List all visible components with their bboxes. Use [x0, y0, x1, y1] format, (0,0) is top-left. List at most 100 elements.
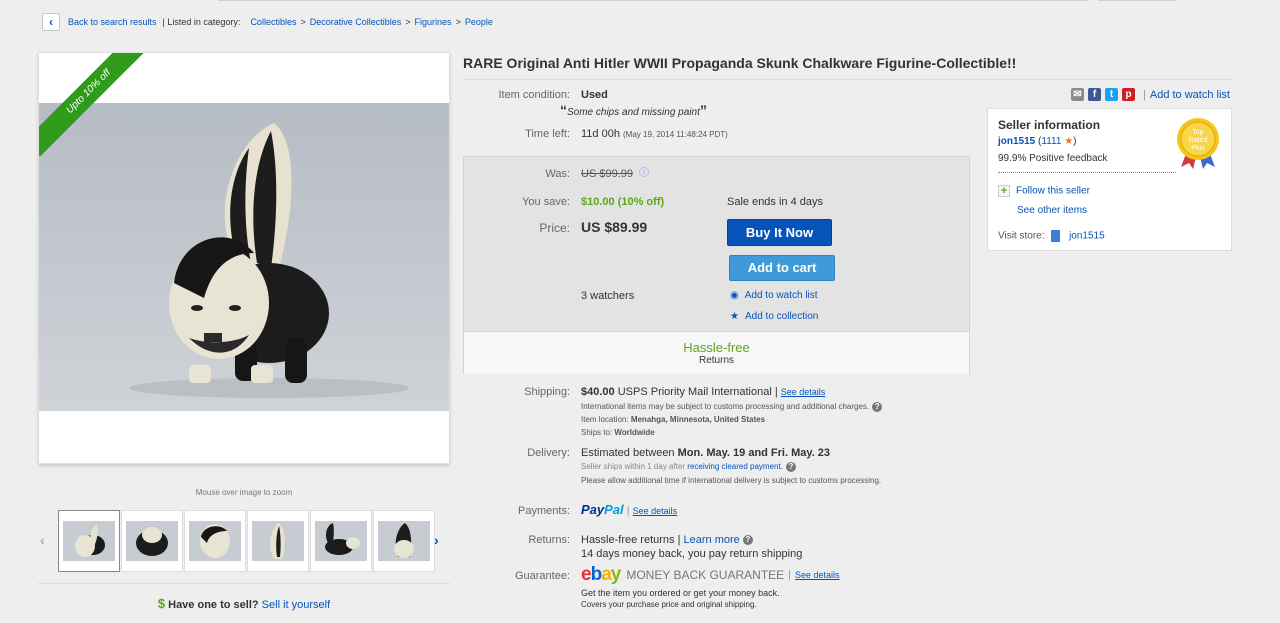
- thumbnail-image: [325, 523, 360, 555]
- positive-feedback: 99.9% Positive feedback: [998, 153, 1108, 164]
- hassle-free-sub: Returns: [698, 355, 734, 366]
- info-icon[interactable]: i: [639, 167, 649, 177]
- pinterest-icon[interactable]: p: [1122, 88, 1135, 101]
- add-to-collection-button[interactable]: Add to collection: [745, 311, 818, 322]
- cleared-payment-link[interactable]: receiving cleared payment.: [687, 462, 783, 471]
- guarantee-row: ebay MONEY BACK GUARANTEE | See details: [581, 564, 840, 585]
- breadcrumb-item[interactable]: People: [465, 17, 493, 27]
- help-icon[interactable]: ?: [785, 462, 796, 472]
- help-icon[interactable]: ?: [872, 402, 883, 412]
- shipping-see-details-link[interactable]: See details: [781, 387, 826, 397]
- handling-time: Seller ships within 1 day after receivin…: [581, 462, 796, 472]
- share-divider: |: [1143, 88, 1146, 101]
- see-other-items-link[interactable]: See other items: [1017, 205, 1087, 216]
- breadcrumb-sep: >: [405, 17, 411, 27]
- star-icon: ★: [1064, 136, 1074, 147]
- plus-icon: +: [998, 185, 1010, 197]
- guarantee-title: MONEY BACK GUARANTEE: [626, 568, 785, 582]
- thumbnail[interactable]: [121, 510, 183, 572]
- eye-icon: ◉: [730, 290, 739, 301]
- delivery-note: Please allow additional time if internat…: [581, 476, 882, 485]
- add-to-watch-list-link[interactable]: Add to watch list: [1150, 89, 1230, 101]
- guarantee-label: Guarantee:: [514, 570, 570, 582]
- add-to-cart-button[interactable]: Add to cart: [729, 255, 835, 281]
- back-to-results-link[interactable]: Back to search results: [68, 17, 157, 27]
- shipping-line: $40.00 USPS Priority Mail International …: [581, 386, 826, 398]
- thumbnail[interactable]: [247, 510, 309, 572]
- help-icon[interactable]: ?: [742, 535, 753, 546]
- add-collection-row[interactable]: ★ Add to collection: [730, 311, 818, 322]
- you-save-label: You save:: [522, 196, 570, 208]
- see-other-items-row: See other items: [1017, 205, 1087, 216]
- main-image-panel[interactable]: Upto 10% off: [38, 52, 450, 464]
- condition-value: Used: [581, 89, 608, 101]
- feedback-score-link[interactable]: 1111: [1041, 136, 1061, 147]
- share-row: ✉ f t p | Add to watch list: [1071, 88, 1230, 101]
- guarantee-line1: Get the item you ordered or get your mon…: [581, 588, 780, 598]
- item-photo[interactable]: [39, 103, 449, 411]
- thumbnail-image: [394, 523, 414, 558]
- delivery-estimate: Estimated between Mon. May. 19 and Fri. …: [581, 447, 831, 459]
- visit-store-label: Visit store:: [998, 230, 1045, 242]
- thumbnail-image: [136, 527, 168, 556]
- delivery-label: Delivery:: [527, 447, 570, 459]
- zoom-note: Mouse over image to zoom: [195, 488, 293, 497]
- item-title: RARE Original Anti Hitler WWII Propagand…: [463, 55, 1017, 71]
- svg-text:Plus: Plus: [1191, 145, 1205, 152]
- thumbnail[interactable]: [184, 510, 246, 572]
- payments-row: PayPal | See details: [581, 502, 678, 517]
- thumbnail-image: [75, 524, 105, 557]
- top-strip: [0, 0, 1280, 6]
- hassle-free-banner: Hassle-free Returns: [464, 331, 969, 374]
- breadcrumb-item[interactable]: Figurines: [415, 17, 452, 27]
- guarantee-see-details-link[interactable]: See details: [795, 570, 840, 580]
- chevron-right-icon[interactable]: ›: [434, 532, 439, 548]
- hassle-free-title: Hassle-free: [683, 340, 750, 355]
- returns-policy: Hassle-free returns | Learn more?: [581, 534, 753, 546]
- chevron-left-icon[interactable]: ‹: [40, 532, 45, 548]
- breadcrumb-item[interactable]: Collectibles: [250, 17, 296, 27]
- learn-more-link[interactable]: Learn more: [684, 534, 740, 546]
- add-watch-row[interactable]: ◉ Add to watch list: [730, 290, 818, 301]
- payments-see-details-link[interactable]: See details: [633, 506, 678, 516]
- thumbnail-image: [270, 523, 285, 559]
- follow-row[interactable]: + Follow this seller: [998, 185, 1090, 197]
- twitter-icon[interactable]: t: [1105, 88, 1118, 101]
- back-button[interactable]: ‹: [42, 13, 60, 31]
- follow-seller-link[interactable]: Follow this seller: [1016, 186, 1090, 197]
- title-divider: [463, 79, 1233, 80]
- item-location: Item location: Menahga, Minnesota, Unite…: [581, 415, 766, 424]
- time-left: 11d 00h (May 19, 2014 11:48:24 PDT): [581, 128, 728, 140]
- visit-store-row: Visit store: jon1515: [998, 230, 1105, 242]
- email-icon[interactable]: ✉: [1071, 88, 1084, 101]
- returns-label: Returns:: [528, 534, 570, 546]
- thumbnail[interactable]: [310, 510, 372, 572]
- thumbnail[interactable]: [373, 510, 435, 572]
- condition-note: “Some chips and missing paint”: [560, 102, 707, 118]
- chevron-left-icon: ‹: [49, 15, 53, 29]
- time-left-label: Time left:: [525, 128, 570, 140]
- breadcrumb-item[interactable]: Decorative Collectibles: [310, 17, 402, 27]
- svg-text:Top: Top: [1192, 129, 1203, 136]
- star-icon: ★: [730, 311, 739, 322]
- dollar-icon: $: [157, 596, 166, 611]
- facebook-icon[interactable]: f: [1088, 88, 1101, 101]
- thumbnail[interactable]: [58, 510, 120, 572]
- condition-label: Item condition:: [498, 89, 570, 101]
- price-value: US $89.99: [581, 219, 648, 235]
- customs-note: International items may be subject to cu…: [581, 402, 883, 412]
- buy-it-now-button[interactable]: Buy It Now: [727, 219, 832, 246]
- was-label: Was:: [545, 168, 570, 180]
- search-button-edge: [1098, 0, 1176, 1]
- listed-label: | Listed in category:: [162, 17, 241, 27]
- store-link[interactable]: jon1515: [1069, 231, 1105, 242]
- returns-detail: 14 days money back, you pay return shipp…: [581, 548, 803, 560]
- seller-divider: [998, 172, 1176, 173]
- add-to-watch-list-button[interactable]: Add to watch list: [745, 290, 818, 301]
- search-bar-edge: [218, 0, 1088, 1]
- sell-promo: $ Have one to sell? Sell it yourself: [38, 583, 450, 611]
- breadcrumb-sep: >: [455, 17, 461, 27]
- seller-name-link[interactable]: jon1515: [998, 136, 1035, 147]
- sell-it-yourself-link[interactable]: Sell it yourself: [262, 599, 330, 611]
- paypal-icon: PayPal: [581, 502, 624, 517]
